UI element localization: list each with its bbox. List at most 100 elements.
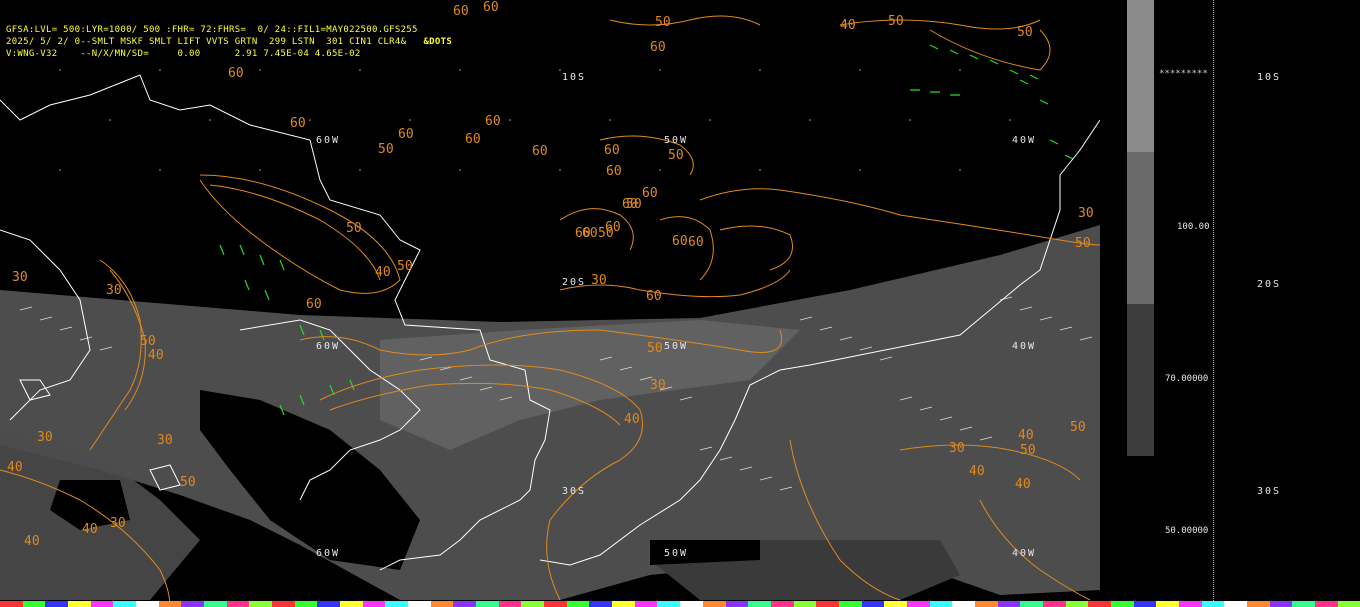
strip-swatch (430, 601, 454, 607)
header-line-3: V:WNG-V32 --N/X/MN/SD= 0.00 2.91 7.45E-0… (6, 49, 361, 59)
strip-swatch (453, 601, 477, 607)
contour-label: 60 (672, 234, 688, 249)
color-scale-bar (1127, 0, 1154, 456)
weather-map: GFSA:LVL= 500:LYR=1000/ 500 :FHR= 72:FHR… (0, 0, 1100, 607)
strip-swatch (997, 601, 1021, 607)
lon-label-50w-mid: 50W (664, 341, 689, 352)
contour-label: 60 (306, 297, 322, 312)
strip-swatch (544, 601, 567, 607)
lat-label-10s: 10S (562, 72, 587, 83)
contour-label: 60 (606, 164, 622, 179)
strip-swatch (45, 601, 69, 607)
legend-stars: ********* (1159, 69, 1208, 79)
contour-label: 60 (650, 40, 666, 55)
contour-label: 50 (1020, 443, 1036, 458)
strip-swatch (226, 601, 250, 607)
contour-label: 60 (642, 186, 658, 201)
contour-label: 50 (378, 142, 394, 157)
contour-label: 40 (969, 464, 985, 479)
lon-label-50w-top: 50W (664, 135, 689, 146)
strip-swatch (680, 601, 703, 607)
contour-label: 30 (1078, 206, 1094, 221)
strip-swatch (22, 601, 46, 607)
strip-swatch (498, 601, 522, 607)
contour-label: 40 (24, 534, 40, 549)
strip-swatch (702, 601, 726, 607)
strip-swatch (1269, 601, 1293, 607)
strip-swatch (1337, 601, 1360, 607)
contour-label: 40 (148, 348, 164, 363)
strip-swatch (136, 601, 159, 607)
lon-label-60w-bot: 60W (316, 548, 341, 559)
contour-label: 40 (1015, 477, 1031, 492)
strip-swatch (1088, 601, 1111, 607)
legend-value-70: 70.00000 (1165, 374, 1209, 384)
strip-swatch (884, 601, 907, 607)
contour-label: 40 (7, 460, 23, 475)
strip-swatch (1042, 601, 1066, 607)
contour-label: 50 (626, 197, 642, 212)
contour-label: 50 (1017, 25, 1033, 40)
contour-label: 40 (840, 18, 856, 33)
contour-label: 50 (140, 334, 156, 349)
strip-swatch (657, 601, 681, 607)
legend-divider (1213, 0, 1214, 607)
contour-label: 50 (668, 148, 684, 163)
strip-swatch (1246, 601, 1270, 607)
lon-label-40w-mid: 40W (1012, 341, 1037, 352)
strip-swatch (748, 601, 771, 607)
strip-swatch (249, 601, 273, 607)
header-line-2-tag: &DOTS (423, 37, 453, 47)
strip-swatch (612, 601, 635, 607)
contour-label: 50 (647, 341, 663, 356)
strip-swatch (906, 601, 930, 607)
contour-label: 50 (655, 15, 671, 30)
strip-swatch (476, 601, 499, 607)
strip-swatch (589, 601, 613, 607)
contour-label: 50 (888, 14, 904, 29)
bottom-color-strip (0, 601, 1360, 607)
contour-label: 30 (949, 441, 965, 456)
scale-segment-light (1127, 0, 1154, 152)
contour-label: 50 (397, 259, 413, 274)
strip-swatch (566, 601, 590, 607)
strip-swatch (408, 601, 431, 607)
contour-label: 60 (228, 66, 244, 81)
strip-swatch (952, 601, 975, 607)
legend-lat-20s: 20S (1257, 279, 1282, 290)
header-line-2-text: 2025/ 5/ 2/ 0--SMLT MSKF SMLT LIFT VVTS … (6, 37, 407, 47)
strip-swatch (294, 601, 318, 607)
contour-label: 40 (1018, 428, 1034, 443)
contour-label: 50 (346, 221, 362, 236)
strip-swatch (521, 601, 545, 607)
strip-swatch (929, 601, 953, 607)
legend-lat-10s: 10S (1257, 72, 1282, 83)
contour-label: 60 (575, 226, 591, 241)
contour-label: 30 (37, 430, 53, 445)
lon-label-40w-bot: 40W (1012, 548, 1037, 559)
scale-segment-dark (1127, 304, 1154, 456)
lon-label-40w-top: 40W (1012, 135, 1037, 146)
strip-swatch (1224, 601, 1247, 607)
header-line-2: 2025/ 5/ 2/ 0--SMLT MSKF SMLT LIFT VVTS … (6, 37, 452, 48)
strip-swatch (362, 601, 386, 607)
contour-label: 30 (110, 516, 126, 531)
strip-swatch (1110, 601, 1134, 607)
contour-label: 30 (106, 283, 122, 298)
map-canvas (0, 15, 1100, 607)
strip-swatch (974, 601, 998, 607)
lon-label-50w-bot: 50W (664, 548, 689, 559)
strip-swatch (725, 601, 749, 607)
contour-label: 50 (1070, 420, 1086, 435)
strip-swatch (816, 601, 839, 607)
strip-swatch (1178, 601, 1202, 607)
strip-swatch (770, 601, 794, 607)
strip-swatch (838, 601, 862, 607)
legend-value-100: 100.00 (1177, 222, 1210, 232)
lon-label-60w-top: 60W (316, 135, 341, 146)
contour-label: 50 (1075, 236, 1091, 251)
strip-swatch (204, 601, 227, 607)
strip-swatch (0, 601, 23, 607)
contour-label: 40 (82, 522, 98, 537)
contour-label: 60 (290, 116, 306, 131)
